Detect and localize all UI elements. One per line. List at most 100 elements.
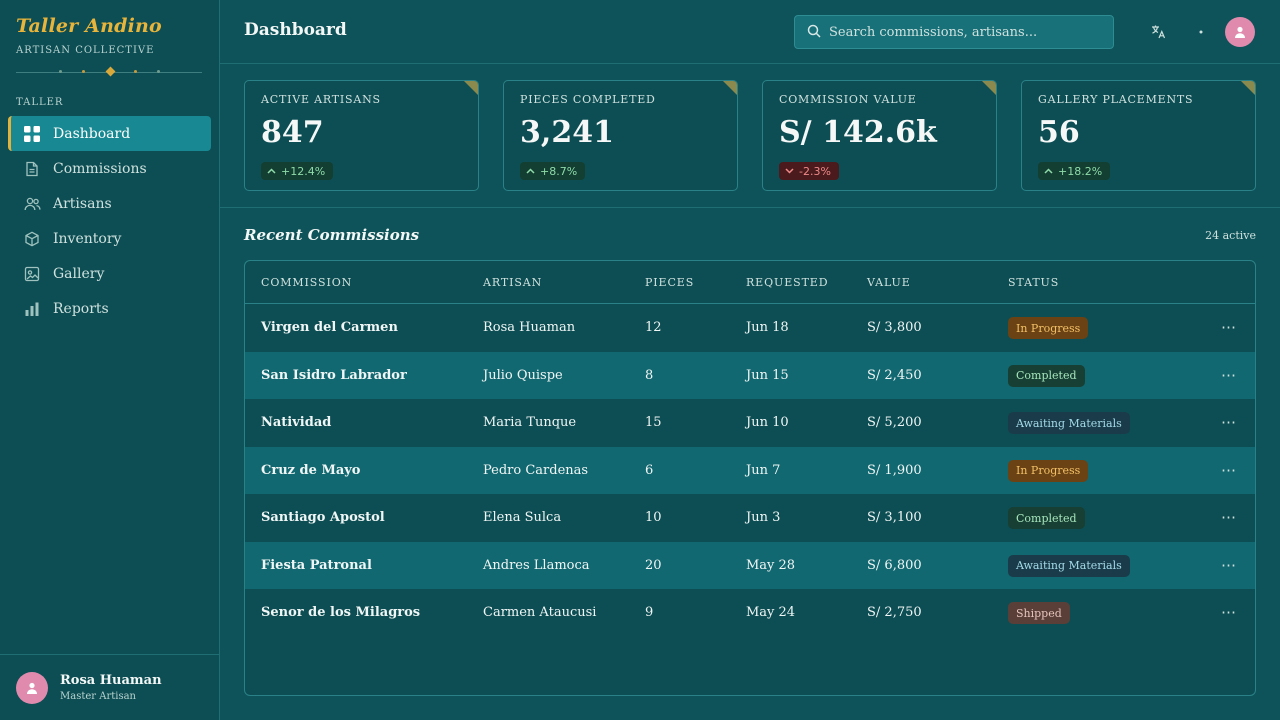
status-badge: Shipped	[1008, 602, 1070, 624]
status-badge: In Progress	[1008, 459, 1089, 482]
commission-value: S/ 6,800	[867, 557, 922, 573]
search-box[interactable]	[794, 15, 1114, 49]
sidebar-nav: Dashboard Commissions Artisans Inventory…	[8, 116, 211, 326]
translate-icon[interactable]	[1149, 23, 1167, 41]
more-options-icon[interactable]: ⋯	[1221, 461, 1237, 479]
stat-delta-badge: +18.2%	[1038, 162, 1111, 180]
column-header-artisan[interactable]: ARTISAN	[483, 276, 542, 289]
sidebar-item-label: Dashboard	[53, 125, 131, 142]
column-header-commission[interactable]: COMMISSION	[261, 276, 352, 289]
sidebar-item-artisans[interactable]: Artisans	[8, 186, 211, 221]
sidebar-item-label: Artisans	[53, 195, 112, 212]
stat-delta-badge: +8.7%	[520, 162, 586, 180]
brand-ornament	[16, 66, 202, 77]
sidebar-item-dashboard[interactable]: Dashboard	[8, 116, 211, 151]
artisan-name: Pedro Cardenas	[483, 462, 589, 478]
users-icon	[23, 195, 41, 213]
active-count: 24 active	[1205, 229, 1256, 242]
stat-delta-badge: -2.3%	[779, 162, 839, 180]
sidebar-item-reports[interactable]: Reports	[8, 291, 211, 326]
column-header-status[interactable]: STATUS	[1008, 276, 1059, 289]
section-title: Recent Commissions	[244, 226, 420, 244]
sidebar-item-label: Reports	[53, 300, 109, 317]
stat-delta-badge: +12.4%	[261, 162, 334, 180]
artisan-name: Andres Llamoca	[483, 557, 590, 573]
table-row[interactable]: Natividad Maria Tunque 15 Jun 10 S/ 5,200 Awa…	[245, 399, 1255, 447]
commission-name: Virgen del Carmen	[261, 320, 398, 335]
artisan-name: Maria Tunque	[483, 415, 577, 430]
commission-name: Senor de los Milagros	[261, 605, 421, 620]
header-avatar[interactable]	[1225, 17, 1255, 47]
sidebar: Taller Andino ARTISAN COLLECTIVE TALLER …	[0, 0, 220, 720]
stat-label: ACTIVE ARTISANS	[261, 93, 381, 106]
avatar	[16, 672, 48, 704]
pieces-count: 6	[645, 462, 654, 478]
status-badge: Awaiting Materials	[1008, 554, 1130, 577]
stat-value: 56	[1038, 115, 1080, 150]
table-header: COMMISSION ARTISAN PIECES REQUESTED VALU…	[245, 261, 1255, 304]
stat-label: PIECES COMPLETED	[520, 93, 656, 106]
column-header-value[interactable]: VALUE	[867, 276, 911, 289]
requested-date: Jun 7	[746, 462, 781, 478]
status-badge: Completed	[1008, 507, 1085, 529]
commission-value: S/ 3,100	[867, 510, 922, 525]
user-role: Master Artisan	[60, 691, 136, 702]
commission-name: Cruz de Mayo	[261, 462, 361, 478]
table-row[interactable]: Virgen del Carmen Rosa Huaman 12 Jun 18 S/ 3…	[245, 304, 1255, 352]
pieces-count: 9	[645, 605, 654, 620]
section-divider	[220, 207, 1280, 208]
table-row[interactable]: Fiesta Patronal Andres Llamoca 20 May 28 S/ …	[245, 541, 1255, 589]
more-options-icon[interactable]: ⋯	[1221, 556, 1237, 574]
artisan-name: Carmen Ataucusi	[483, 605, 597, 620]
more-options-icon[interactable]: ⋯	[1221, 508, 1237, 526]
more-options-icon[interactable]: ⋯	[1221, 366, 1237, 384]
arrow-up-icon	[267, 166, 276, 177]
commission-value: S/ 2,750	[867, 605, 922, 620]
stat-value: 3,241	[520, 115, 614, 150]
sidebar-item-inventory[interactable]: Inventory	[8, 221, 211, 256]
stat-value: S/ 142.6k	[779, 115, 937, 150]
stat-value: 847	[261, 115, 324, 150]
user-profile[interactable]: Rosa Huaman Master Artisan	[0, 654, 220, 720]
pieces-count: 15	[645, 415, 662, 430]
stat-card-pieces-completed: PIECES COMPLETED 3,241 +8.7%	[503, 80, 738, 191]
brand-title: Taller Andino	[16, 15, 162, 37]
status-badge: Completed	[1008, 364, 1085, 387]
table-row[interactable]: Senor de los Milagros Carmen Ataucusi 9 May…	[245, 589, 1255, 637]
more-options-icon[interactable]: ⋯	[1221, 318, 1237, 336]
requested-date: May 28	[746, 557, 796, 573]
more-options-icon[interactable]: ⋯	[1221, 603, 1237, 621]
more-options-icon[interactable]: ⋯	[1221, 413, 1237, 431]
pieces-count: 20	[645, 557, 662, 573]
user-name: Rosa Huaman	[60, 673, 162, 688]
table-body: Virgen del Carmen Rosa Huaman 12 Jun 18 S/ 3…	[245, 304, 1255, 637]
requested-date: Jun 3	[746, 510, 781, 525]
commission-value: S/ 5,200	[867, 415, 922, 430]
search-input[interactable]	[829, 24, 1099, 40]
column-header-pieces[interactable]: PIECES	[645, 276, 694, 289]
stat-card-gallery-placements: GALLERY PLACEMENTS 56 +18.2%	[1021, 80, 1256, 191]
pieces-count: 12	[645, 320, 662, 335]
sidebar-item-commissions[interactable]: Commissions	[8, 151, 211, 186]
column-header-requested[interactable]: REQUESTED	[746, 276, 828, 289]
table-row[interactable]: Cruz de Mayo Pedro Cardenas 6 Jun 7 S/ 1,900…	[245, 446, 1255, 494]
image-icon	[23, 265, 41, 283]
sidebar-item-label: Commissions	[53, 160, 147, 177]
artisan-name: Elena Sulca	[483, 510, 562, 525]
requested-date: Jun 10	[746, 415, 789, 430]
sidebar-item-gallery[interactable]: Gallery	[8, 256, 211, 291]
search-icon	[807, 23, 821, 42]
status-badge: In Progress	[1008, 317, 1089, 339]
pieces-count: 10	[645, 510, 662, 525]
artisan-name: Rosa Huaman	[483, 320, 576, 335]
sidebar-section-label: TALLER	[16, 97, 64, 108]
arrow-down-icon	[785, 166, 794, 177]
commission-value: S/ 2,450	[867, 367, 922, 383]
table-row[interactable]: San Isidro Labrador Julio Quispe 8 Jun 15 S/…	[245, 351, 1255, 399]
stat-card-active-artisans: ACTIVE ARTISANS 847 +12.4%	[244, 80, 479, 191]
commission-value: S/ 1,900	[867, 462, 922, 478]
artisan-name: Julio Quispe	[483, 367, 563, 383]
table-row[interactable]: Santiago Apostol Elena Sulca 10 Jun 3 S/ 3,1…	[245, 494, 1255, 542]
sidebar-item-label: Gallery	[53, 265, 105, 282]
status-dot-icon[interactable]	[1192, 23, 1210, 41]
